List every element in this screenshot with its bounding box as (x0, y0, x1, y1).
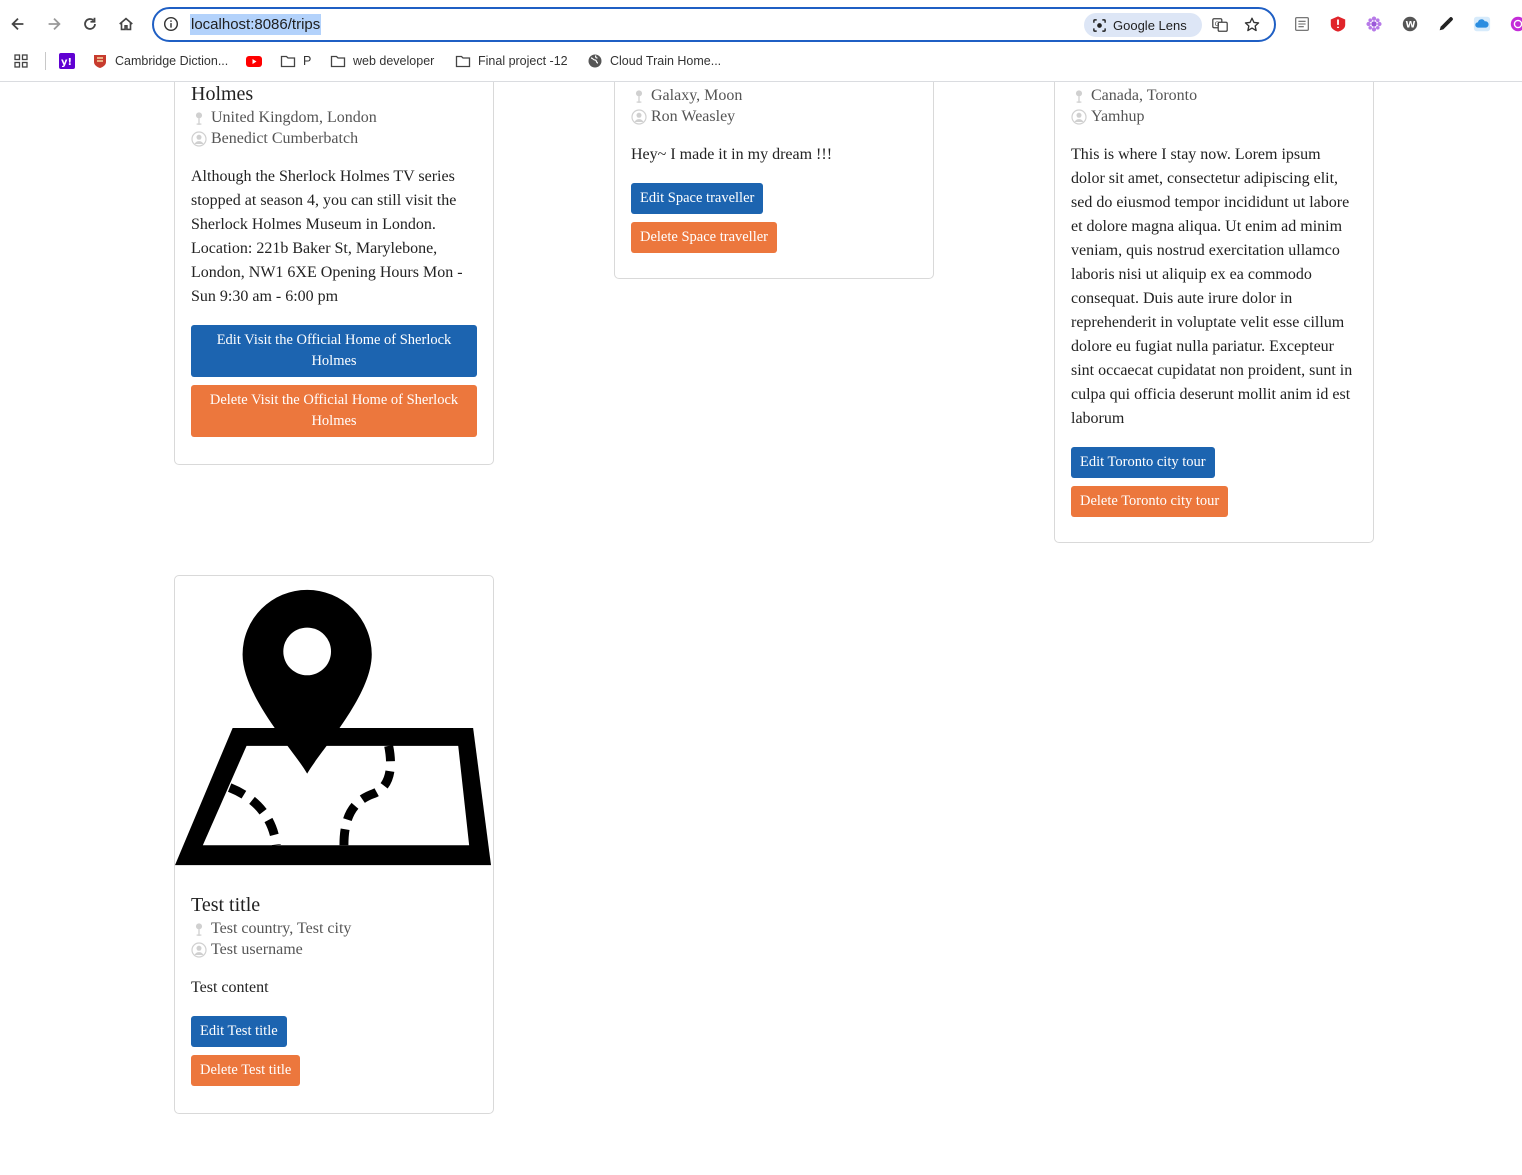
trip-title: Holmes (191, 83, 254, 105)
folder-icon (280, 53, 296, 69)
trip-location: Canada, Toronto (1071, 85, 1357, 106)
location-pin-icon (631, 88, 647, 104)
flower-extension-icon[interactable] (1363, 13, 1385, 35)
forward-button[interactable] (41, 11, 67, 37)
edit-trip-button[interactable]: Edit Space traveller (631, 183, 764, 214)
edit-trip-button[interactable]: Edit Test title (191, 1016, 287, 1047)
trip-card: Test title Test country, Test city Test … (174, 575, 494, 1114)
google-lens-label: Google Lens (1113, 17, 1187, 33)
reload-icon (84, 17, 96, 30)
bookmark-label: Cambridge Diction... (115, 54, 229, 68)
trip-author: Ron Weasley (631, 106, 917, 127)
trip-card: Galaxy, Moon Ron Weasley Hey~ I made it … (614, 82, 934, 279)
address-bar[interactable]: localhost:8086/trips Google Lens G (152, 7, 1276, 42)
trip-location-text: Galaxy, Moon (651, 87, 743, 104)
cambridge-shield-icon (92, 53, 108, 69)
folder-icon (330, 53, 346, 69)
globe-icon (587, 53, 603, 69)
trip-card: Canada, Toronto Yamhup This is where I s… (1054, 82, 1374, 543)
trip-author-text: Benedict Cumberbatch (211, 130, 359, 147)
delete-trip-button[interactable]: Delete Test title (191, 1055, 301, 1086)
trip-author-text: Test username (211, 941, 303, 958)
trip-content: This is where I stay now. Lorem ipsum do… (1071, 146, 1353, 427)
home-icon (119, 17, 133, 31)
svg-text:W: W (1406, 21, 1416, 31)
trip-location: United Kingdom, London (191, 107, 477, 128)
map-location-pin-icon (175, 589, 492, 866)
trip-image (175, 576, 493, 866)
location-pin-icon (191, 921, 207, 937)
youtube-icon (246, 53, 262, 69)
trip-author-text: Yamhup (1091, 108, 1145, 125)
bookmark-cloud-train[interactable]: Cloud Train Home... (587, 51, 721, 71)
yahoo-icon: y! (59, 53, 75, 69)
bookmark-yahoo[interactable]: y! (59, 51, 82, 71)
location-pin-icon (191, 110, 207, 126)
bookmark-youtube[interactable] (246, 51, 269, 71)
browser-toolbar: localhost:8086/trips Google Lens G W y! … (0, 0, 1522, 82)
bookmark-folder-final-project[interactable]: Final project -12 (455, 51, 568, 71)
trip-content: Although the Sherlock Holmes TV series s… (191, 168, 463, 305)
trip-location: Galaxy, Moon (631, 85, 917, 106)
bookmark-label: P (303, 54, 312, 68)
color-picker-icon[interactable] (1435, 13, 1457, 35)
location-pin-icon (1071, 88, 1087, 104)
trip-title: Test title (191, 894, 261, 916)
lens-icon (1093, 18, 1106, 32)
back-arrow-icon (11, 17, 24, 31)
trip-card: Holmes United Kingdom, London Benedict C… (174, 82, 494, 465)
delete-trip-button[interactable]: Delete Visit the Official Home of Sherlo… (191, 385, 477, 437)
apps-grid-button[interactable] (13, 51, 36, 71)
delete-trip-button[interactable]: Delete Toronto city tour (1071, 486, 1229, 517)
trip-author: Yamhup (1071, 106, 1357, 127)
trip-location: Test country, Test city (191, 918, 477, 939)
trip-author-text: Ron Weasley (651, 108, 736, 125)
wordpress-extension-icon[interactable]: W (1399, 13, 1421, 35)
trip-author: Benedict Cumberbatch (191, 128, 477, 149)
user-avatar-icon (191, 941, 207, 958)
svg-text:G: G (1215, 21, 1220, 28)
google-lens-button[interactable]: Google Lens (1084, 13, 1202, 37)
reload-button[interactable] (77, 11, 103, 37)
trip-location-text: Canada, Toronto (1091, 87, 1198, 104)
trip-location-text: Test country, Test city (211, 920, 352, 937)
adblock-extension-icon[interactable] (1327, 13, 1349, 35)
svg-text:y!: y! (61, 57, 72, 68)
home-button[interactable] (113, 11, 139, 37)
translate-icon[interactable]: G (1210, 15, 1230, 35)
trip-location-text: United Kingdom, London (211, 109, 377, 126)
edit-trip-button[interactable]: Edit Visit the Official Home of Sherlock… (191, 325, 477, 377)
url-text[interactable]: localhost:8086/trips (190, 14, 322, 35)
user-avatar-icon (191, 130, 207, 147)
delete-trip-button[interactable]: Delete Space traveller (631, 222, 778, 253)
apps-grid-icon (13, 53, 29, 69)
back-button[interactable] (5, 11, 31, 37)
site-info-icon[interactable] (162, 15, 180, 33)
bookmark-cambridge-dictionary[interactable]: Cambridge Diction... (92, 51, 228, 71)
reader-mode-icon[interactable] (1291, 13, 1313, 35)
trip-author: Test username (191, 939, 477, 960)
user-avatar-icon (1071, 108, 1087, 125)
bookmark-star-icon[interactable] (1242, 15, 1262, 35)
bookmark-label: Final project -12 (478, 54, 568, 68)
bookmark-label: Cloud Train Home... (610, 54, 722, 68)
cloud-extension-icon[interactable] (1471, 13, 1493, 35)
edit-trip-button[interactable]: Edit Toronto city tour (1071, 447, 1215, 478)
forward-arrow-icon (48, 17, 61, 31)
bookmarks-bar: y! Cambridge Diction... P web developer (0, 48, 1522, 74)
bookmark-folder-web-developer[interactable]: web developer (330, 51, 434, 71)
user-avatar-icon (631, 108, 647, 125)
folder-icon (455, 53, 471, 69)
trip-content: Test content (191, 979, 269, 996)
profile-extension-icon[interactable] (1507, 13, 1522, 35)
trips-page: Holmes United Kingdom, London Benedict C… (0, 82, 1522, 1175)
bookmark-folder-p[interactable]: P (280, 51, 311, 71)
trip-content: Hey~ I made it in my dream !!! (631, 146, 833, 163)
bookmark-label: web developer (353, 54, 435, 68)
